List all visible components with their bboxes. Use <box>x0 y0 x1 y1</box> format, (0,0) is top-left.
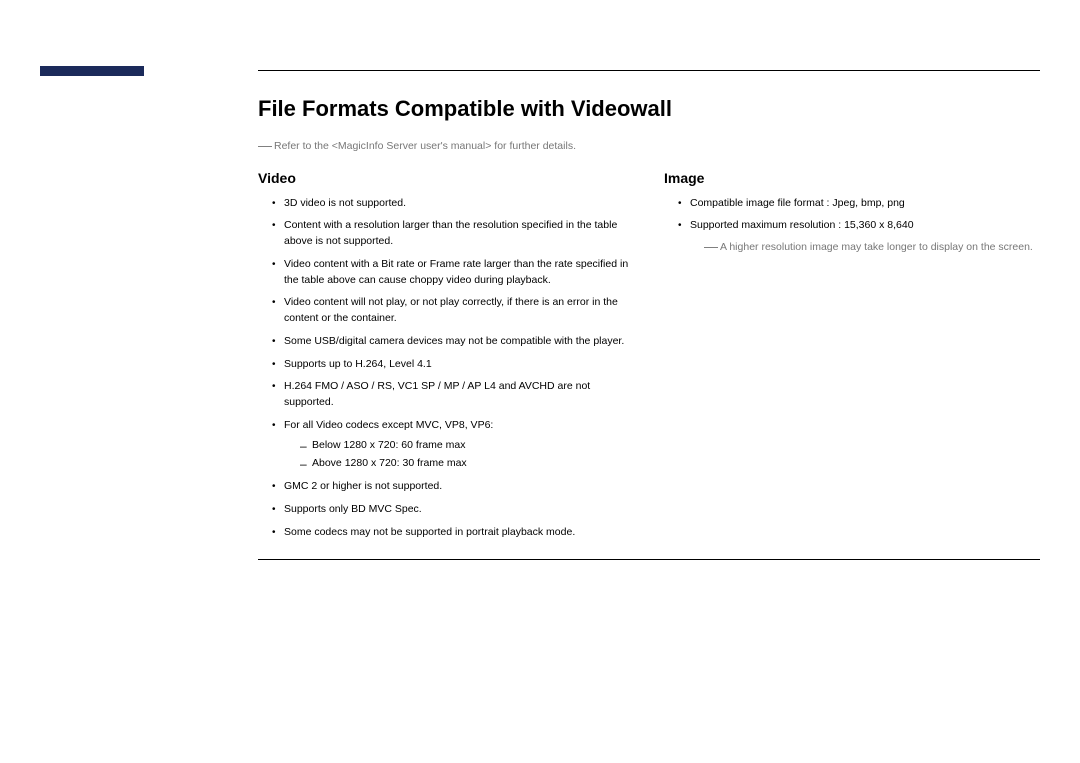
list-item: Supports up to H.264, Level 4.1 <box>272 357 634 373</box>
dash-icon: ― <box>704 238 718 254</box>
item-text: 3D video is not supported. <box>284 197 406 209</box>
list-item: Content with a resolution larger than th… <box>272 218 634 250</box>
list-item: For all Video codecs except MVC, VP8, VP… <box>272 418 634 472</box>
sublist-item: Below 1280 x 720: 60 frame max <box>300 438 634 454</box>
page-content: File Formats Compatible with Videowall ―… <box>258 96 1040 560</box>
video-sublist: Below 1280 x 720: 60 frame max Above 128… <box>284 438 634 473</box>
list-item: Video content will not play, or not play… <box>272 295 634 327</box>
list-item: Supported maximum resolution : 15,360 x … <box>678 218 1040 257</box>
sublist-item: Above 1280 x 720: 30 frame max <box>300 456 634 472</box>
image-column: Image Compatible image file format : Jpe… <box>654 170 1040 548</box>
subnote-text: A higher resolution image may take longe… <box>720 241 1033 253</box>
item-text: Content with a resolution larger than th… <box>284 219 617 247</box>
list-item: Some USB/digital camera devices may not … <box>272 334 634 350</box>
video-heading: Video <box>258 170 634 186</box>
item-text: Supported maximum resolution : 15,360 x … <box>690 219 914 231</box>
list-item: GMC 2 or higher is not supported. <box>272 479 634 495</box>
list-item: Video content with a Bit rate or Frame r… <box>272 257 634 289</box>
item-text: Video content with a Bit rate or Frame r… <box>284 258 628 286</box>
bottom-rule <box>258 559 1040 560</box>
dash-icon: ― <box>258 137 272 153</box>
note-text: Refer to the <MagicInfo Server user's ma… <box>274 140 576 152</box>
header-rule <box>258 70 1040 71</box>
image-subnote: ―A higher resolution image may take long… <box>690 236 1040 257</box>
item-text: GMC 2 or higher is not supported. <box>284 480 442 492</box>
item-text: H.264 FMO / ASO / RS, VC1 SP / MP / AP L… <box>284 380 590 408</box>
subitem-text: Above 1280 x 720: 30 frame max <box>312 457 467 469</box>
image-list: Compatible image file format : Jpeg, bmp… <box>664 196 1040 258</box>
video-list: 3D video is not supported. Content with … <box>258 196 634 541</box>
columns: Video 3D video is not supported. Content… <box>258 170 1040 548</box>
page-note: ―Refer to the <MagicInfo Server user's m… <box>258 136 1040 156</box>
video-column: Video 3D video is not supported. Content… <box>258 170 654 548</box>
item-text: For all Video codecs except MVC, VP8, VP… <box>284 419 493 431</box>
list-item: 3D video is not supported. <box>272 196 634 212</box>
list-item: Some codecs may not be supported in port… <box>272 525 634 541</box>
header-accent-bar <box>40 66 144 76</box>
item-text: Some USB/digital camera devices may not … <box>284 335 624 347</box>
page-title: File Formats Compatible with Videowall <box>258 96 1040 122</box>
list-item: Supports only BD MVC Spec. <box>272 502 634 518</box>
list-item: H.264 FMO / ASO / RS, VC1 SP / MP / AP L… <box>272 379 634 411</box>
item-text: Supports only BD MVC Spec. <box>284 503 422 515</box>
item-text: Video content will not play, or not play… <box>284 296 618 324</box>
list-item: Compatible image file format : Jpeg, bmp… <box>678 196 1040 212</box>
subitem-text: Below 1280 x 720: 60 frame max <box>312 439 466 451</box>
image-heading: Image <box>664 170 1040 186</box>
item-text: Some codecs may not be supported in port… <box>284 526 575 538</box>
item-text: Compatible image file format : Jpeg, bmp… <box>690 197 905 209</box>
item-text: Supports up to H.264, Level 4.1 <box>284 358 432 370</box>
